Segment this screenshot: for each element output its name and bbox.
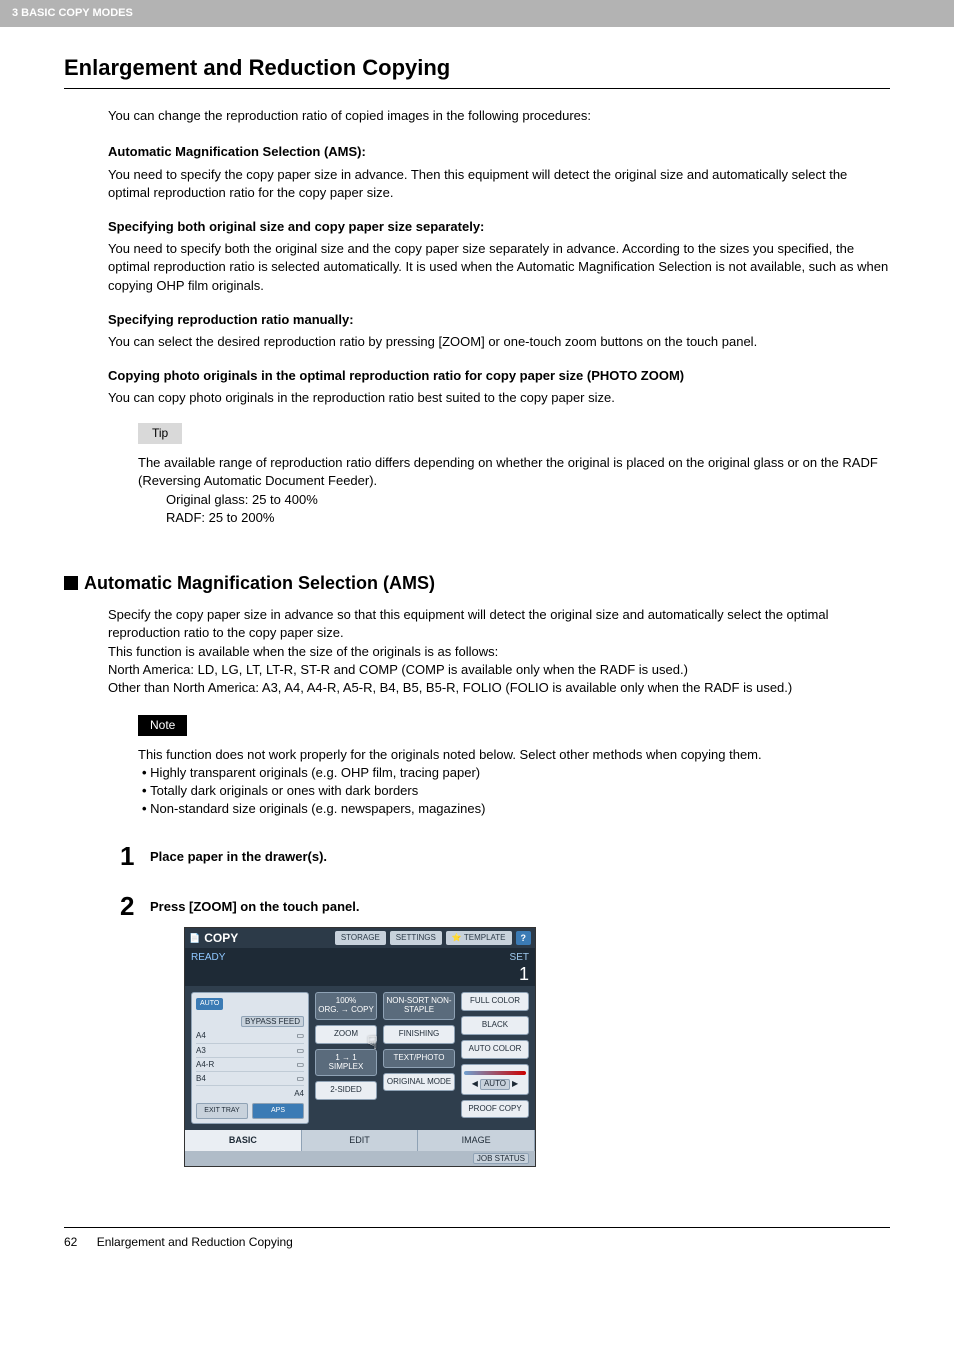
note-item: Non-standard size originals (e.g. newspa… [156, 800, 890, 818]
density-slider[interactable]: ◀ AUTO ▶ [461, 1064, 529, 1095]
paper-tray-row[interactable]: A4-R▭ [196, 1058, 304, 1072]
black-button[interactable]: BLACK [461, 1016, 529, 1035]
paper-tray-row[interactable]: B4▭ [196, 1072, 304, 1086]
page-footer: 62 Enlargement and Reduction Copying [64, 1227, 890, 1251]
section-body: You need to specify the copy paper size … [108, 166, 890, 202]
tip-text: RADF: 25 to 200% [166, 509, 890, 527]
template-tab[interactable]: ⭐ TEMPLATE [446, 931, 512, 944]
chapter-header: 3 BASIC COPY MODES [0, 0, 954, 27]
auto-color-button[interactable]: AUTO COLOR [461, 1040, 529, 1059]
finishing-button[interactable]: FINISHING [383, 1025, 455, 1044]
tip-text: Original glass: 25 to 400% [166, 491, 890, 509]
copy-icon: 📄 [189, 932, 200, 945]
section-heading: Specifying both original size and copy p… [108, 218, 890, 236]
section-heading: Automatic Magnification Selection (AMS): [108, 143, 890, 161]
pointer-hand-icon: ☟ [367, 1034, 378, 1054]
original-mode-button[interactable]: ORIGINAL MODE [383, 1073, 455, 1092]
ams-paragraph: North America: LD, LG, LT, LT-R, ST-R an… [108, 661, 890, 679]
step-text: Press [ZOOM] on the touch panel. [150, 893, 359, 916]
copy-title: COPY [204, 930, 331, 947]
footer-title: Enlargement and Reduction Copying [97, 1235, 293, 1249]
note-label: Note [138, 715, 187, 736]
full-color-button[interactable]: FULL COLOR [461, 992, 529, 1011]
bypass-feed-button[interactable]: BYPASS FEED [241, 1016, 304, 1027]
step-text: Place paper in the drawer(s). [150, 843, 327, 866]
page-title: Enlargement and Reduction Copying [64, 53, 890, 89]
tip-text: The available range of reproduction rati… [138, 454, 890, 490]
basic-tab[interactable]: BASIC [185, 1130, 302, 1151]
note-item: Totally dark originals or ones with dark… [156, 782, 890, 800]
aps-button[interactable]: APS [252, 1103, 304, 1119]
paper-tray-row[interactable]: A3▭ [196, 1044, 304, 1058]
two-sided-button[interactable]: 2-SIDED [315, 1081, 377, 1100]
note-intro: This function does not work properly for… [138, 746, 890, 764]
paper-source-area: AUTO BYPASS FEED A4▭ A3▭ A4-R▭ B4▭ A4 E [191, 992, 309, 1124]
step-number: 2 [120, 893, 150, 919]
exit-tray-button[interactable]: EXIT TRAY [196, 1103, 248, 1119]
sort-display: NON-SORT NON-STAPLE [383, 992, 455, 1020]
step-number: 1 [120, 843, 150, 869]
job-status-button[interactable]: JOB STATUS [473, 1153, 529, 1164]
auto-badge: AUTO [196, 998, 223, 1010]
paper-side-label: A4 [294, 1089, 304, 1098]
page-number: 62 [64, 1235, 77, 1249]
ams-paragraph: This function is available when the size… [108, 643, 890, 661]
section-body: You need to specify both the original si… [108, 240, 890, 295]
tip-label: Tip [138, 423, 182, 444]
section-body: You can copy photo originals in the repr… [108, 389, 890, 407]
proof-copy-button[interactable]: PROOF COPY [461, 1100, 529, 1119]
help-button[interactable]: ? [516, 931, 532, 946]
ams-paragraph: Specify the copy paper size in advance s… [108, 606, 890, 642]
h2-text: Automatic Magnification Selection (AMS) [84, 573, 435, 593]
image-tab[interactable]: IMAGE [418, 1130, 535, 1151]
section-h2: Automatic Magnification Selection (AMS) [64, 571, 890, 596]
set-count: 1 [510, 965, 529, 983]
ratio-display: 100% ORG. → COPY [315, 992, 377, 1020]
textphoto-display: TEXT/PHOTO [383, 1049, 455, 1068]
edit-tab[interactable]: EDIT [302, 1130, 419, 1151]
ready-status: READY [191, 951, 225, 983]
section-body: You can select the desired reproduction … [108, 333, 890, 351]
set-label: SET [510, 952, 529, 963]
template-tab-label: TEMPLATE [464, 933, 506, 942]
paper-tray-row[interactable]: A4▭ [196, 1029, 304, 1043]
section-heading: Copying photo originals in the optimal r… [108, 367, 890, 385]
section-heading: Specifying reproduction ratio manually: [108, 311, 890, 329]
density-auto-button[interactable]: AUTO [480, 1079, 510, 1090]
storage-tab[interactable]: STORAGE [335, 931, 386, 944]
touch-panel-screenshot: 📄 COPY STORAGE SETTINGS ⭐ TEMPLATE ? REA… [184, 927, 536, 1167]
settings-tab[interactable]: SETTINGS [390, 931, 442, 944]
square-bullet-icon [64, 576, 78, 590]
zoom-button[interactable]: ZOOM ☟ [315, 1025, 377, 1044]
ams-paragraph: Other than North America: A3, A4, A4-R, … [108, 679, 890, 697]
note-item: Highly transparent originals (e.g. OHP f… [156, 764, 890, 782]
intro-text: You can change the reproduction ratio of… [108, 107, 890, 125]
